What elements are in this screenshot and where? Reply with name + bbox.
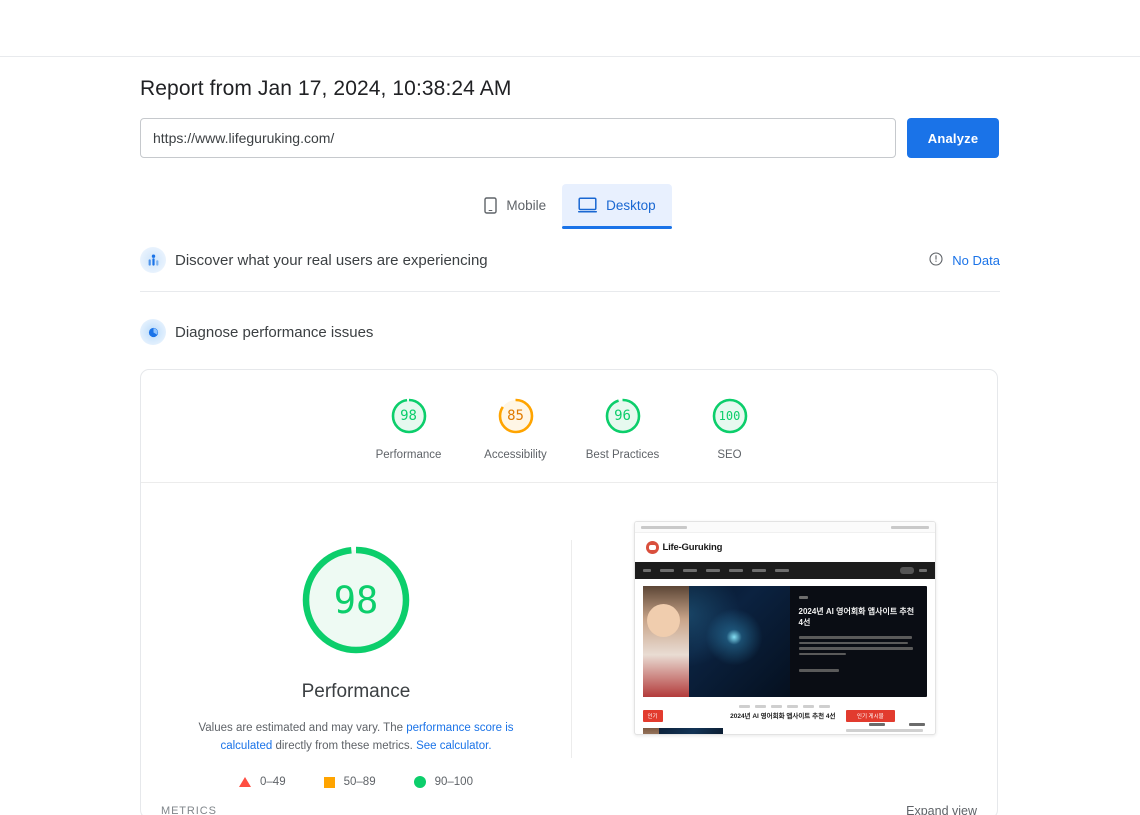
square-icon bbox=[323, 776, 335, 788]
field-data-label: Discover what your real users are experi… bbox=[175, 251, 488, 269]
screenshot-pane: Life-Guruking 2024년 AI 영어회화 앱사이트 추천 4선 인… bbox=[572, 483, 997, 788]
thumb-badge-right: 인기 게시물 bbox=[845, 710, 895, 722]
gauge-best-practices[interactable]: 96 Best Practices bbox=[569, 396, 676, 461]
featured-gauge-value: 98 bbox=[333, 578, 379, 622]
lighthouse-report-card: 98 Performance 85 Accessibility 96 Best … bbox=[140, 369, 998, 815]
thumb-nav-toggle bbox=[899, 567, 914, 574]
thumb-logo-icon bbox=[645, 541, 659, 554]
thumb-hero-text: 2024년 AI 영어회화 앱사이트 추천 4선 bbox=[790, 586, 927, 697]
legend-label-low: 0–49 bbox=[260, 776, 286, 788]
real-users-icon bbox=[140, 247, 166, 273]
thumb-navbar bbox=[634, 562, 935, 579]
legend-item-high: 90–100 bbox=[413, 776, 473, 788]
thumb-footer: 인기 2024년 AI 영어회화 앱사이트 추천 4선 인기 게시물 bbox=[635, 697, 935, 734]
page-title: Report from Jan 17, 2024, 10:38:24 AM bbox=[140, 77, 512, 100]
browser-top-chrome bbox=[0, 0, 1140, 57]
thumb-tab-row bbox=[730, 705, 839, 708]
field-data-status-label: No Data bbox=[952, 252, 1000, 268]
disclaimer-text-2: directly from these metrics. bbox=[272, 740, 417, 752]
thumb-nav-home bbox=[642, 569, 651, 572]
form-factor-tabs: Mobile Desktop bbox=[140, 184, 1000, 229]
thumb-nav-item bbox=[728, 569, 743, 572]
field-data-section-header: Discover what your real users are experi… bbox=[140, 247, 1000, 292]
thumb-nav-item bbox=[751, 569, 766, 572]
lighthouse-icon bbox=[140, 319, 166, 345]
gauge-label-performance: Performance bbox=[375, 449, 442, 461]
tab-desktop-label: Desktop bbox=[606, 197, 656, 213]
lab-data-label: Diagnose performance issues bbox=[175, 323, 374, 341]
score-legend: 0–49 50–89 90–100 bbox=[239, 776, 473, 788]
metrics-heading: METRICS bbox=[161, 805, 217, 815]
expand-view-button[interactable]: Expand view bbox=[906, 804, 977, 815]
thumb-footer-right: 인기 게시물 bbox=[845, 705, 927, 734]
gauge-label-best-practices: Best Practices bbox=[585, 449, 660, 461]
thumb-hero: 2024년 AI 영어회화 앱사이트 추천 4선 bbox=[642, 586, 927, 726]
mobile-phone-icon bbox=[484, 196, 498, 214]
legend-item-low: 0–49 bbox=[239, 776, 286, 788]
thumb-hero-body bbox=[798, 636, 918, 655]
thumb-article-image bbox=[642, 728, 724, 734]
legend-label-high: 90–100 bbox=[434, 776, 473, 788]
url-analyze-row: Analyze bbox=[140, 118, 1000, 158]
thumb-badge-left: 인기 bbox=[642, 710, 663, 722]
thumb-nav-item bbox=[659, 569, 674, 572]
thumb-utility-right bbox=[890, 525, 929, 529]
thumb-nav-right bbox=[899, 567, 927, 574]
tab-desktop[interactable]: Desktop bbox=[562, 184, 672, 229]
gauge-value-seo: 100 bbox=[718, 409, 741, 423]
thumb-nav-item bbox=[682, 569, 697, 572]
gauge-value-performance: 98 bbox=[400, 408, 417, 424]
tab-mobile-label: Mobile bbox=[506, 197, 547, 213]
legend-item-medium: 50–89 bbox=[323, 776, 376, 788]
score-gauges: 98 Performance 85 Accessibility 96 Best … bbox=[141, 370, 997, 483]
gauge-ring-accessibility: 85 bbox=[496, 396, 536, 436]
tab-mobile[interactable]: Mobile bbox=[468, 184, 562, 226]
gauge-ring-performance: 98 bbox=[389, 396, 429, 436]
thumb-hero-tag bbox=[798, 596, 808, 599]
info-circle-icon bbox=[929, 251, 943, 269]
thumb-nav-item bbox=[774, 569, 789, 572]
gauge-label-seo: SEO bbox=[717, 449, 742, 461]
gauge-label-accessibility: Accessibility bbox=[484, 449, 547, 461]
thumb-hero-meta bbox=[798, 669, 918, 672]
score-disclaimer: Values are estimated and may vary. The p… bbox=[176, 719, 536, 755]
circle-icon bbox=[413, 776, 426, 788]
triangle-icon bbox=[239, 777, 252, 787]
page-screenshot-thumbnail[interactable]: Life-Guruking 2024년 AI 영어회화 앱사이트 추천 4선 인… bbox=[633, 521, 936, 735]
featured-score-pane: 98 Performance Values are estimated and … bbox=[141, 483, 571, 788]
gauge-performance[interactable]: 98 Performance bbox=[355, 396, 462, 461]
gauge-seo[interactable]: 100 SEO bbox=[676, 396, 783, 461]
url-input[interactable] bbox=[140, 118, 896, 158]
gauge-ring-seo: 100 bbox=[710, 396, 750, 436]
field-data-status[interactable]: No Data bbox=[929, 251, 1000, 269]
thumb-utility-left bbox=[640, 525, 687, 529]
gauge-value-accessibility: 85 bbox=[507, 408, 524, 424]
thumb-search-icon bbox=[918, 569, 927, 572]
thumb-nav-item bbox=[705, 569, 720, 572]
thumb-site-name: Life-Guruking bbox=[662, 542, 723, 553]
see-calculator-link[interactable]: See calculator. bbox=[416, 740, 491, 752]
lab-data-section-header: Diagnose performance issues bbox=[140, 313, 1000, 351]
featured-score-split: 98 Performance Values are estimated and … bbox=[141, 483, 997, 788]
pagespeed-insights-page: Report from Jan 17, 2024, 10:38:24 AM An… bbox=[0, 0, 1140, 815]
thumb-utility-bar bbox=[634, 522, 935, 533]
metrics-bar: METRICS Expand view bbox=[141, 788, 997, 815]
featured-gauge-category: Performance bbox=[301, 681, 411, 702]
featured-gauge: 98 bbox=[297, 541, 415, 659]
disclaimer-text-1: Values are estimated and may vary. The bbox=[198, 722, 407, 734]
report-content: Report from Jan 17, 2024, 10:38:24 AM An… bbox=[140, 57, 1000, 815]
gauge-value-best-practices: 96 bbox=[614, 408, 631, 424]
legend-label-medium: 50–89 bbox=[343, 776, 376, 788]
thumb-footer-left: 인기 bbox=[642, 705, 724, 734]
thumb-article-title: 2024년 AI 영어회화 앱사이트 추천 4선 bbox=[730, 713, 836, 720]
thumb-hero-headline: 2024년 AI 영어회화 앱사이트 추천 4선 bbox=[798, 607, 915, 627]
thumb-footer-center: 2024년 AI 영어회화 앱사이트 추천 4선 bbox=[730, 705, 839, 734]
desktop-monitor-icon bbox=[578, 197, 598, 213]
analyze-button[interactable]: Analyze bbox=[907, 118, 999, 158]
thumb-logo-row: Life-Guruking bbox=[635, 533, 935, 562]
thumb-hero-image bbox=[642, 586, 790, 697]
thumb-popular-list bbox=[845, 729, 927, 734]
gauge-ring-best-practices: 96 bbox=[603, 396, 643, 436]
gauge-accessibility[interactable]: 85 Accessibility bbox=[462, 396, 569, 461]
